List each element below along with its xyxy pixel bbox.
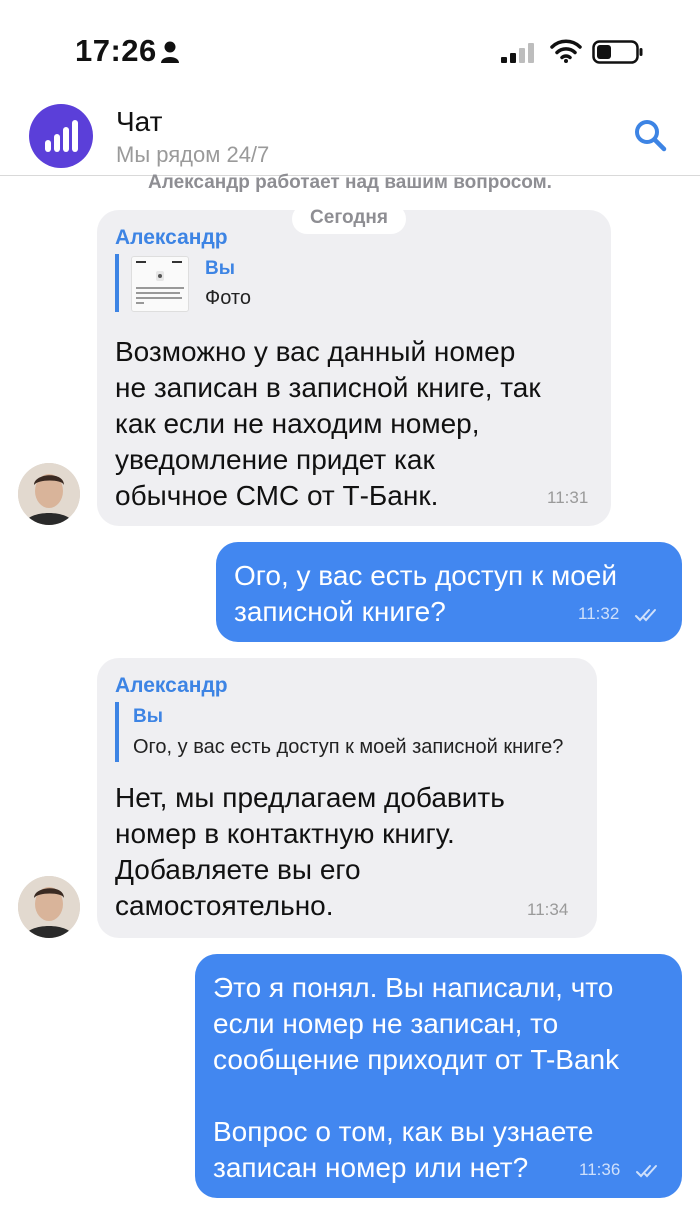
typing-status: Александр работает над вашим вопросом. <box>148 172 552 193</box>
status-time: 17:26 <box>75 33 157 68</box>
person-icon <box>161 41 179 63</box>
agent-avatar <box>18 463 80 525</box>
reply-text: Фото <box>205 287 251 309</box>
search-icon[interactable] <box>632 117 668 153</box>
reply-quote[interactable]: Вы Ого, у вас есть доступ к моей записно… <box>115 702 577 762</box>
reply-text: Ого, у вас есть доступ к моей записной к… <box>133 736 564 758</box>
message-text: Это я понял. Вы написали, что если номер… <box>213 972 620 1183</box>
outgoing-message[interactable]: Ого, у вас есть доступ к моей записной к… <box>216 542 682 642</box>
photo-thumbnail <box>131 256 189 312</box>
chat-header: Чат Мы рядом 24/7 <box>0 100 700 176</box>
reply-sender: Вы <box>133 706 163 727</box>
read-ticks-icon <box>636 1165 657 1178</box>
message-time: 11:31 <box>547 488 589 507</box>
agent-avatar <box>18 876 80 938</box>
cellular-signal-icon <box>501 43 534 63</box>
sender-name: Александр <box>115 674 228 697</box>
incoming-message[interactable]: Александр Вы Ого, у вас есть доступ к мо… <box>97 658 597 938</box>
chat-title: Чат <box>116 106 163 137</box>
wifi-icon <box>550 39 582 63</box>
message-text: Нет, мы предлагаем добавить номер в конт… <box>115 782 505 921</box>
message-text: Возможно у вас данный номер не записан в… <box>115 336 541 511</box>
reply-quote[interactable]: Вы Фото <box>115 254 315 312</box>
read-ticks-icon <box>635 609 656 622</box>
bars-icon <box>45 120 78 152</box>
outgoing-message[interactable]: Это я понял. Вы написали, что если номер… <box>195 954 682 1198</box>
status-bar: 17:26 <box>0 0 700 100</box>
message-time: 11:34 <box>527 900 569 919</box>
message-time: 11:36 <box>579 1160 621 1179</box>
sender-name: Александр <box>115 226 228 249</box>
date-divider: Сегодня <box>292 204 406 234</box>
chat-subtitle: Мы рядом 24/7 <box>116 142 270 167</box>
battery-icon <box>592 40 643 64</box>
message-time: 11:32 <box>578 604 620 623</box>
bank-logo <box>29 104 93 168</box>
incoming-message[interactable]: Александр Вы Фото Возможно у вас данный … <box>97 210 611 526</box>
reply-sender: Вы <box>205 258 235 279</box>
